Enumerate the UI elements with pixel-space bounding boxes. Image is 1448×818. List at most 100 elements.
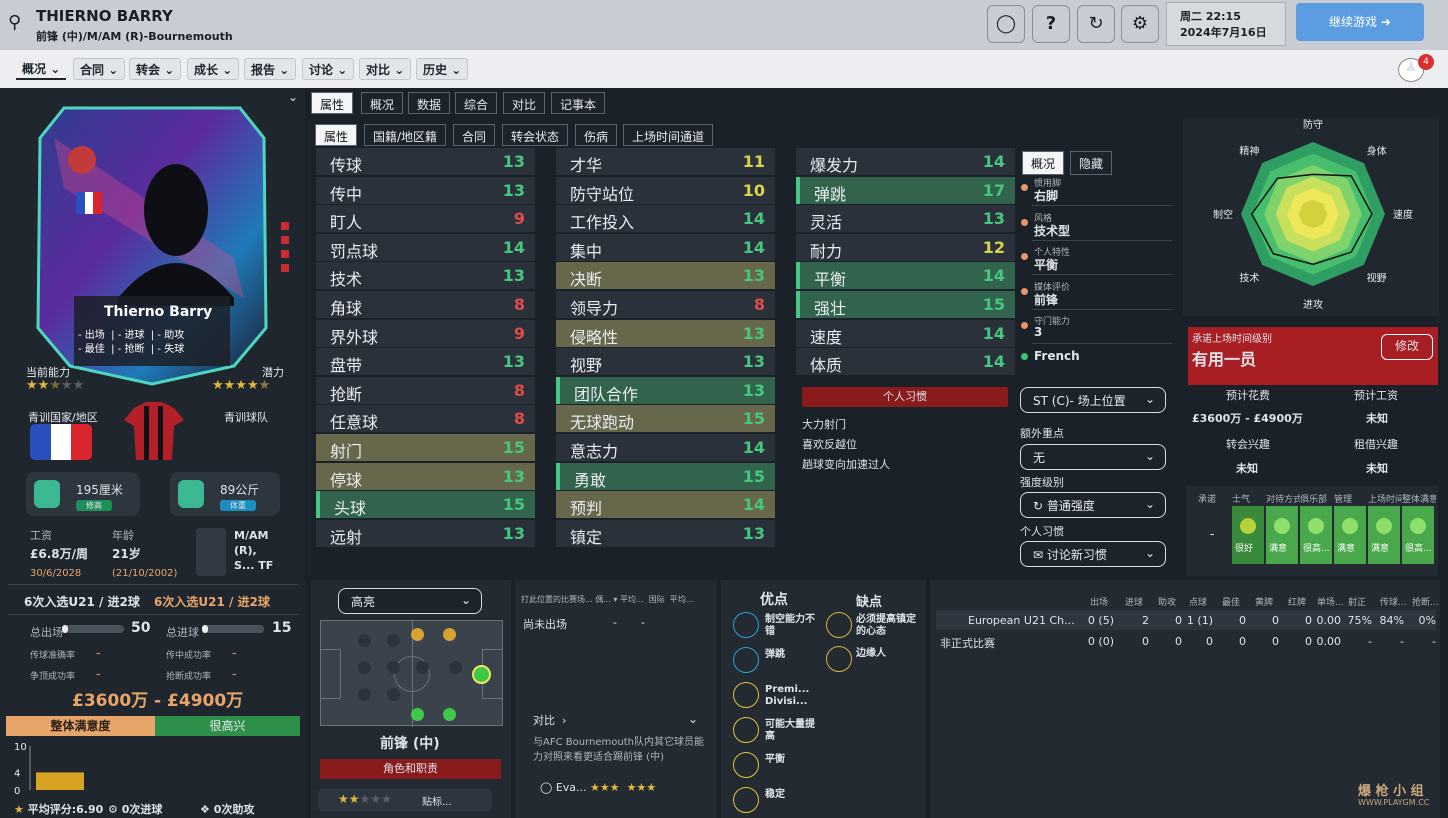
help-icon[interactable]: ? [1032, 5, 1070, 43]
nav-history[interactable]: 历史 ⌄ [416, 58, 469, 80]
promise-title: 承诺上场时间级别 [1192, 334, 1272, 345]
attribute-value: 14 [742, 237, 765, 257]
attribute-name: 防守站位 [570, 184, 635, 204]
attribute-name: 预判 [570, 499, 603, 519]
intensity-dropdown[interactable]: ↻ 普通强度 ⌄ [1020, 492, 1166, 518]
morale-header: 俱乐部 [1300, 495, 1328, 505]
attribute-value: 13 [502, 466, 525, 486]
tab2-attributes[interactable]: 属性 [315, 124, 358, 146]
nav-development[interactable]: 成长 ⌄ [187, 58, 240, 80]
highlight-dropdown[interactable]: 高亮 ⌄ [338, 588, 482, 614]
tab1-data[interactable]: 数据 [408, 92, 451, 114]
stats-cell: - [1368, 635, 1372, 648]
attribute-row: 体质 14 [796, 348, 1015, 376]
pitch-dot-active [443, 708, 456, 721]
attribute-value: 14 [982, 352, 1005, 372]
attribute-value: 13 [502, 266, 525, 286]
best-position: 前锋 (中) [380, 736, 440, 752]
attribute-name: 传中 [330, 184, 363, 204]
loan-interest-value: 未知 [1366, 462, 1388, 475]
nav-reports[interactable]: 报告 ⌄ [244, 58, 297, 80]
tab2-transfer-status[interactable]: 转会状态 [502, 124, 569, 146]
attribute-value: 14 [742, 438, 765, 457]
continue-button[interactable]: 继续游戏 ➜ [1296, 3, 1424, 41]
player-position-subtitle: 前锋 (中)/M/AM (R)-Bournemouth [36, 30, 233, 43]
watermark-url: WWW.PLAYGM.CC [1358, 798, 1430, 807]
card-side-markers [281, 222, 289, 276]
info-tab-overview[interactable]: 概况 [1022, 151, 1065, 175]
habit-item-1: 大力射门 [802, 418, 846, 431]
est-cost-value: £3600万 - £4900万 [1192, 412, 1303, 425]
info-dot [1021, 253, 1028, 260]
stats-header: 进球 [1125, 598, 1144, 608]
extra-focus-dropdown[interactable]: 无 ⌄ [1020, 444, 1166, 470]
morale-header: 承诺 [1198, 495, 1217, 505]
attribute-value: 14 [982, 323, 1005, 343]
current-ability-stars: ★★★★★ [26, 378, 85, 393]
refresh-icon[interactable]: ↻ [1077, 5, 1115, 43]
morale-cell [1368, 506, 1400, 564]
smile-icon [1342, 518, 1358, 534]
attribute-value: 13 [502, 523, 525, 543]
tab2-nationality[interactable]: 国籍/地区籍 [364, 124, 447, 146]
nav-discuss[interactable]: 讨论 ⌄ [302, 58, 355, 80]
attribute-value: 13 [502, 352, 525, 372]
attribute-name: 灵活 [810, 213, 843, 233]
tab2-injury[interactable]: 伤病 [575, 124, 618, 146]
gear-icon[interactable]: ⚙ [1121, 5, 1159, 43]
tab2-playing-time[interactable]: 上场时间通道 [623, 124, 714, 146]
attribute-row: 才华 11 [556, 148, 775, 175]
nav-compare[interactable]: 对比 ⌄ [359, 58, 412, 80]
stat-label-header: 争顶成功率 [30, 672, 76, 682]
attribute-row: 镇定 13 [556, 519, 775, 547]
compare-link[interactable]: 对比 › [533, 712, 566, 728]
stats-cell: 1 (1) [1186, 614, 1213, 627]
tab2-contract[interactable]: 合同 [453, 124, 496, 146]
search-icon[interactable]: ⚲ [8, 12, 21, 33]
compare-collapse-icon[interactable]: ⌄ [688, 712, 698, 726]
tab1-summary[interactable]: 综合 [455, 92, 498, 114]
attribute-radar: 防守身体速度视野进攻 技术 制空 精神 [1213, 118, 1413, 311]
age-value: 21岁 [112, 547, 141, 561]
attribute-row: 传中 13 [316, 176, 535, 204]
pitch-dot [387, 661, 400, 674]
habit-label: 个人习惯 [1020, 525, 1064, 538]
stats-cell: 0 [1206, 635, 1213, 648]
pitch-dot [358, 634, 371, 647]
attribute-name: 远射 [330, 527, 363, 547]
collapse-icon[interactable]: ⌄ [288, 90, 298, 104]
stats-cell: 0 [1305, 635, 1312, 648]
attribute-row: 耐力 12 [796, 233, 1015, 261]
nav-transfer[interactable]: 转会 ⌄ [129, 58, 182, 80]
youth-nation-label: 青训国家/地区 [28, 411, 98, 424]
attribute-value: 15 [742, 409, 765, 429]
attribute-name: 弹跳 [814, 184, 847, 204]
nav-contract[interactable]: 合同 ⌄ [73, 58, 126, 80]
stats-header: 抢断... [1412, 598, 1439, 608]
nav-overview[interactable]: 概况 ⌄ [16, 58, 67, 80]
role-position-dropdown[interactable]: ST (C)- 场上位置 ⌄ [1020, 387, 1166, 413]
promise-edit-button[interactable]: 修改 [1381, 334, 1433, 360]
info-tab-hidden[interactable]: 隐藏 [1070, 151, 1113, 175]
matches-row-v1: - [613, 616, 617, 629]
attribute-name: 技术 [330, 270, 363, 290]
attribute-value: 14 [502, 237, 525, 257]
pros-title: 优点 [760, 592, 788, 608]
attribute-value: 9 [513, 209, 525, 229]
morale-header: 士气 [1232, 495, 1251, 505]
nation-dot [1021, 353, 1028, 360]
stats-header: 助攻 [1158, 598, 1177, 608]
estimated-value: £3600万 - £4900万 [72, 691, 244, 711]
attribute-value: 8 [513, 380, 525, 400]
role-select-row[interactable]: ★★★★★ 贴标... [318, 789, 492, 811]
globe-icon[interactable]: ◯ [987, 5, 1025, 43]
role-duties-button[interactable]: 角色和职责 [320, 759, 501, 779]
morale-value: 满意 [1371, 544, 1390, 554]
tab1-overview[interactable]: 概况 [361, 92, 404, 114]
tab1-attributes[interactable]: 属性 [311, 92, 354, 114]
new-habit-dropdown[interactable]: ✉ 讨论新习惯 ⌄ [1020, 541, 1166, 567]
tab1-notes[interactable]: 记事本 [551, 92, 606, 114]
chart-bar [36, 772, 84, 790]
tab1-compare[interactable]: 对比 [503, 92, 546, 114]
u21-caps-b: 6次入选U21 / 进2球 [154, 595, 270, 609]
